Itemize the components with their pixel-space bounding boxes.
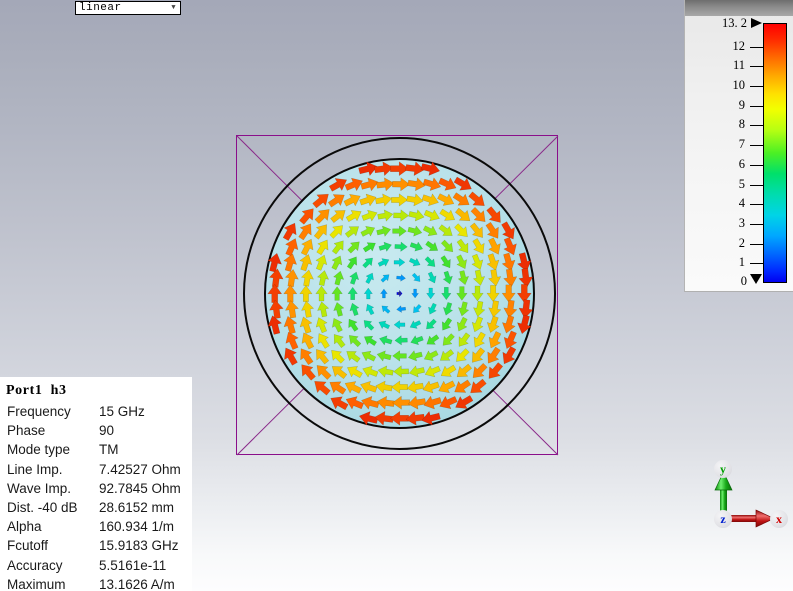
info-row: Phase 90 <box>0 421 192 440</box>
info-row: Wave Imp. 92.7845 Ohm <box>0 479 192 498</box>
colorbar-tick-label: 3 <box>738 215 745 230</box>
colorbar-tick-label: 8 <box>738 117 745 132</box>
info-row-key: Fcutoff <box>7 538 49 554</box>
info-row-value: 28.6152 mm <box>99 499 175 515</box>
colorbar-tick-label: 10 <box>732 78 746 93</box>
colorbar-tick-label: 9 <box>738 97 745 112</box>
info-row-value: 90 <box>99 423 115 439</box>
info-row-value: 7.42527 Ohm <box>99 461 181 477</box>
info-row: Mode type TM <box>0 440 192 459</box>
colorbar-tick <box>750 263 763 265</box>
info-row: Alpha 160.934 1/m <box>0 517 192 536</box>
waveguide-inner-circle <box>264 158 535 429</box>
info-row-value: 5.5161e-11 <box>99 557 167 573</box>
axis-label-z: z <box>720 511 726 526</box>
info-panel-title: Port1 h3 <box>6 383 67 398</box>
colorbar-tick <box>750 223 763 225</box>
axis-label-y-ball: y <box>714 460 732 478</box>
port-info-panel: Port1 h3 Frequency 15 GHz Phase 90 Mode type… <box>0 377 192 591</box>
scale-mode-value: linear <box>79 2 122 14</box>
info-row-value: 15 GHz <box>99 404 145 419</box>
colorbar-min-marker[interactable] <box>750 274 762 284</box>
info-row-key: Mode type <box>7 442 71 458</box>
colorbar-tick-label: 1 <box>738 255 745 270</box>
info-row: Fcutoff 15.9183 GHz <box>0 536 192 555</box>
axis-label-y: y <box>720 461 726 476</box>
info-row-value: TM <box>99 442 119 458</box>
axis-orientation-gizmo[interactable]: y z x <box>700 452 790 544</box>
info-row-value: 92.7845 Ohm <box>99 480 181 496</box>
colorbar-tick-label: 2 <box>738 235 745 250</box>
info-row-key: Dist. -40 dB <box>7 499 78 515</box>
info-row-value: 13.1626 A/m <box>99 576 175 591</box>
info-row-value: 15.9183 GHz <box>99 538 179 554</box>
colorbar-tick-label: 5 <box>738 176 745 191</box>
axis-label-z-ball: z <box>714 510 732 528</box>
info-row-key: Alpha <box>7 519 42 535</box>
cst-field-plot-window: Port1 h3 Frequency 15 GHz Phase 90 Mode type… <box>0 0 793 591</box>
colorbar-tick <box>750 46 763 48</box>
colorbar-tick-label: 6 <box>738 156 745 171</box>
info-row-key: Maximum <box>7 576 66 591</box>
info-row-value: 160.934 1/m <box>99 519 175 535</box>
colorbar-tick <box>750 243 763 245</box>
colorbar-tick <box>750 164 763 166</box>
colorbar-tick <box>750 184 763 186</box>
color-scale-bar[interactable] <box>763 23 787 283</box>
info-row: Dist. -40 dB 28.6152 mm <box>0 498 192 517</box>
colorbar-tick-label: 7 <box>738 137 745 152</box>
info-row-key: Phase <box>7 423 46 439</box>
info-row: Accuracy 5.5161e-11 <box>0 556 192 575</box>
colorbar-tick <box>750 145 763 147</box>
scale-mode-dropdown[interactable]: linear ▼ <box>75 1 181 15</box>
info-row: Maximum 13.1626 A/m <box>0 575 192 591</box>
info-row-key: Line Imp. <box>7 461 63 477</box>
axis-label-x-ball: x <box>770 510 788 528</box>
info-row: Frequency 15 GHz <box>0 402 192 421</box>
colorbar-tick-label: 12 <box>732 38 746 53</box>
info-row-key: Frequency <box>7 404 71 419</box>
chevron-down-icon[interactable]: ▼ <box>167 2 180 14</box>
axis-label-x: x <box>776 511 782 526</box>
info-row-key: Accuracy <box>7 557 63 573</box>
legend-header-bar <box>685 0 793 16</box>
colorbar-max-marker[interactable] <box>751 18 762 28</box>
colorbar-min-label: 0 <box>740 274 747 288</box>
colorbar-tick-label: 4 <box>738 196 745 211</box>
colorbar-tick <box>750 66 763 68</box>
colorbar-tick <box>750 204 763 206</box>
colorbar-tick <box>750 86 763 88</box>
colorbar-tick <box>750 105 763 107</box>
info-row: Line Imp. 7.42527 Ohm <box>0 460 192 479</box>
colorbar-tick-label: 11 <box>732 58 745 73</box>
colorbar-tick <box>750 125 763 127</box>
info-panel-rows: Frequency 15 GHz Phase 90 Mode type TM Line Im… <box>0 402 192 591</box>
info-row-key: Wave Imp. <box>7 480 72 496</box>
colorbar-max-label: 13. 2 <box>722 16 747 30</box>
